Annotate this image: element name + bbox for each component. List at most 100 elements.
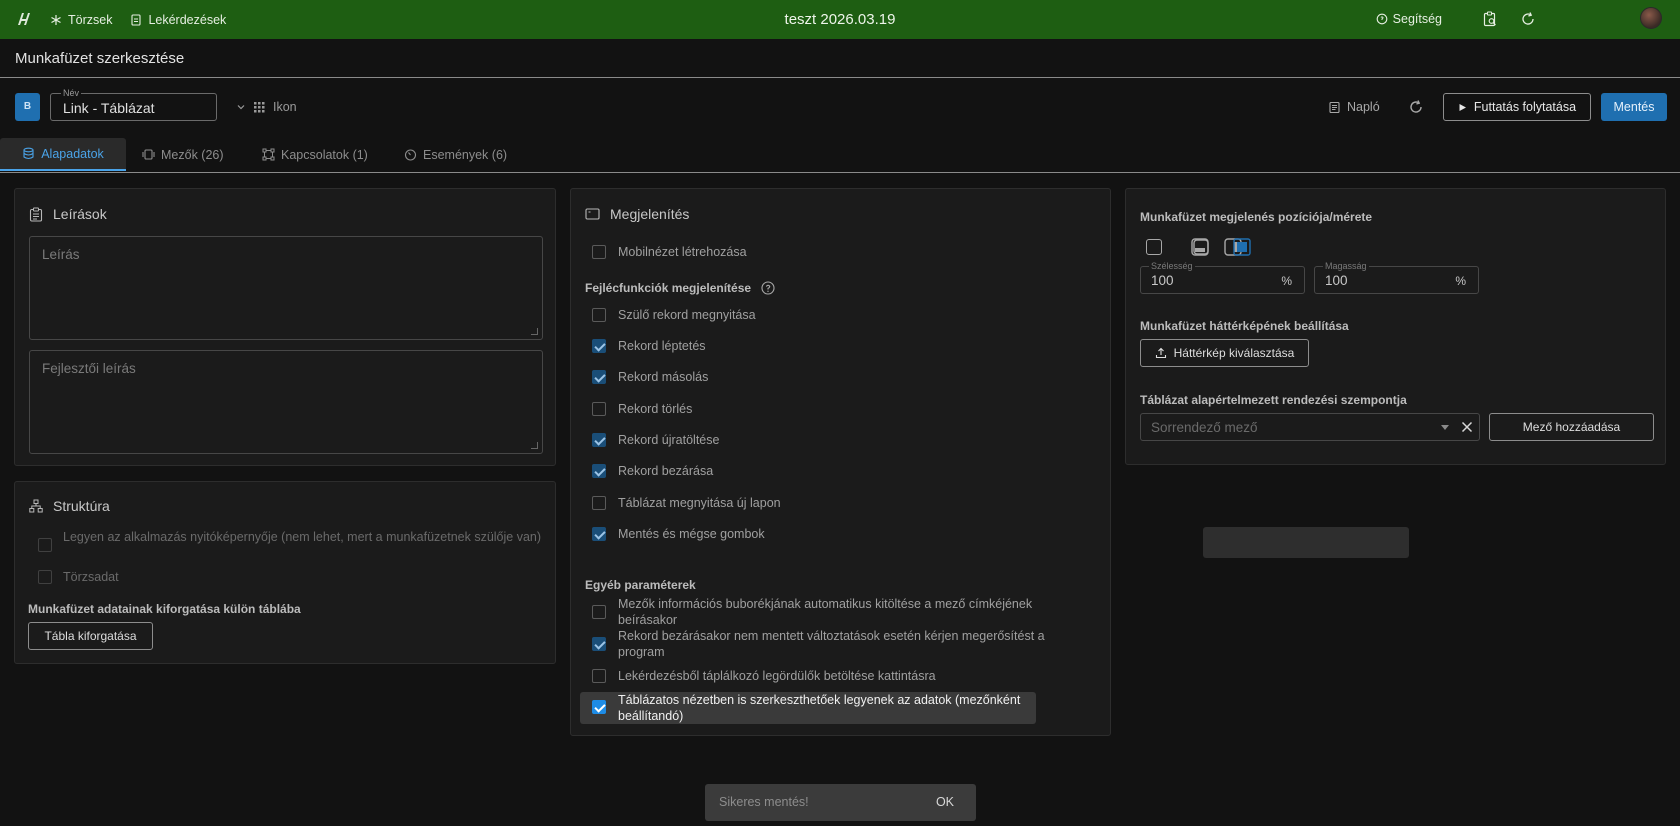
tab-mezok-label: Mezők (26) [161,147,224,162]
height-unit: % [1455,274,1466,288]
display-panel: Megjelenítés Mobilnézet létrehozása Fejl… [570,188,1111,736]
document-icon [131,13,142,26]
workbook-icon-badge[interactable]: B [15,93,40,121]
add-field-button[interactable]: Mező hozzáadása [1489,413,1654,441]
other-item-checkbox-2[interactable] [592,669,606,683]
tab-kapcsolatok[interactable]: Kapcsolatok (1) [262,138,368,171]
descriptions-title: Leírások [29,206,107,222]
caret-down-icon[interactable] [1441,425,1449,431]
display-title-text: Megjelenítés [610,206,690,222]
icon-selector[interactable]: Ikon [236,100,297,114]
clear-icon[interactable] [1461,421,1473,433]
fields-icon [142,149,155,160]
descriptions-panel: Leírások Leírás Fejlesztői leírás [14,188,556,466]
bg-image-button[interactable]: Háttérkép kiválasztása [1140,339,1309,367]
database-icon [23,147,34,160]
toast-ok-button[interactable]: OK [936,795,954,809]
description-textarea[interactable]: Leírás [29,236,543,340]
height-field-value: 100 [1325,273,1348,288]
header-item-checkbox-7[interactable] [592,527,606,541]
mobile-view-checkbox[interactable] [592,245,606,259]
tab-esemenyek[interactable]: Események (6) [404,138,507,171]
width-field-value: 100 [1151,273,1174,288]
other-item-label-3: Táblázatos nézetben is szerkeszthetőek l… [618,693,1021,723]
header-item-label-0: Szülő rekord megnyitása [618,308,756,322]
tab-bar: Alapadatok Mezők (26) Kapcsolatok (1) Es… [0,138,1680,173]
tab-alapadatok-label: Alapadatok [41,146,104,161]
tab-mezok[interactable]: Mezők (26) [142,138,224,171]
layout-bottom-panel-icon[interactable] [1191,238,1209,256]
other-item-label-2: Lekérdezésből táplálkozó legördülők betö… [618,669,936,683]
header-item-checkbox-2[interactable] [592,370,606,384]
tab-kapcsolatok-label: Kapcsolatok (1) [281,147,368,162]
dev-description-textarea[interactable]: Fejlesztői leírás [29,350,543,454]
structure-title-text: Struktúra [53,498,110,514]
position-panel: Munkafüzet megjelenés pozíciója/mérete S… [1125,188,1666,465]
refresh-icon[interactable] [1520,11,1536,27]
resize-handle[interactable] [531,442,538,449]
log-button[interactable]: Napló [1328,100,1380,114]
header-item-label-6: Táblázat megnyitása új lapon [618,496,781,510]
app-logo-icon[interactable] [16,10,34,28]
header-item-label-2: Rekord másolás [618,370,709,384]
sort-title: Táblázat alapértelmezett rendezési szemp… [1140,393,1407,407]
nav-lekerdezesek[interactable]: Lekérdezések [130,13,226,27]
resize-handle[interactable] [531,328,538,335]
toast-message: Sikeres mentés! [719,795,809,809]
layout-bottom-icon[interactable] [1146,239,1162,255]
header-item-checkbox-3[interactable] [592,402,606,416]
name-field-label: Név [61,88,82,98]
clipboard-search-icon[interactable] [1482,11,1498,27]
icon-selector-label: Ikon [273,100,297,114]
reload-icon[interactable] [1408,99,1424,115]
tab-esemenyek-label: Események (6) [423,147,508,162]
help-button[interactable]: Segítség [1376,12,1442,26]
header-item-checkbox-1[interactable] [592,339,606,353]
display-title: Megjelenítés [585,206,689,222]
tab-alapadatok[interactable]: Alapadatok [0,138,126,171]
relations-icon [262,148,275,161]
header-item-checkbox-0[interactable] [592,308,606,322]
help-circle-icon[interactable] [761,281,775,295]
log-icon [1329,101,1340,113]
header-item-label-4: Rekord újratöltése [618,433,720,447]
sort-field-select[interactable]: Sorrendező mező [1140,413,1480,441]
log-label: Napló [1347,100,1380,114]
help-label: Segítség [1392,12,1442,26]
header-item-checkbox-6[interactable] [592,496,606,510]
name-field-value: Link - Táblázat [63,100,155,116]
master-data-checkbox[interactable] [38,570,52,584]
width-field[interactable]: Szélesség 100 % [1140,261,1305,294]
other-item-checkbox-1[interactable] [592,637,606,651]
timer-icon [404,149,417,161]
hierarchy-icon [29,499,43,513]
width-field-label: Szélesség [1149,261,1195,271]
other-item-checkbox-3[interactable] [592,700,606,714]
help-bubble-icon [1376,13,1388,25]
description-placeholder: Leírás [42,247,80,262]
height-field[interactable]: Magasság 100 % [1314,261,1479,294]
startscreen-checkbox[interactable] [38,538,52,552]
other-params-title: Egyéb paraméterek [585,578,696,592]
header-item-checkbox-5[interactable] [592,464,606,478]
save-button[interactable]: Mentés [1601,93,1667,121]
height-field-label: Magasság [1323,261,1369,271]
mobile-view-label: Mobilnézet létrehozása [618,245,747,259]
user-avatar[interactable] [1640,7,1662,29]
other-item-checkbox-0[interactable] [592,605,606,619]
header-item-checkbox-4[interactable] [592,433,606,447]
header-functions-text: Fejlécfunkciók megjelenítése [585,281,752,295]
monitor-icon [585,208,600,220]
upload-icon [1155,347,1166,359]
nav-torzsek[interactable]: Törzsek [50,13,112,27]
width-unit: % [1281,274,1292,288]
chevron-down-icon [237,105,245,110]
rotate-table-button[interactable]: Tábla kiforgatása [28,622,153,650]
name-field[interactable]: Név Link - Táblázat [50,88,217,121]
layout-fullscreen-icon[interactable] [1233,238,1251,256]
continue-run-button[interactable]: Futtatás folytatása [1443,93,1591,121]
clipboard-list-icon [29,207,43,222]
sort-field-placeholder: Sorrendező mező [1151,420,1258,435]
other-item-label-0: Mezők információs buborékjának automatik… [618,597,1033,627]
header-item-label-3: Rekord törlés [618,402,693,416]
